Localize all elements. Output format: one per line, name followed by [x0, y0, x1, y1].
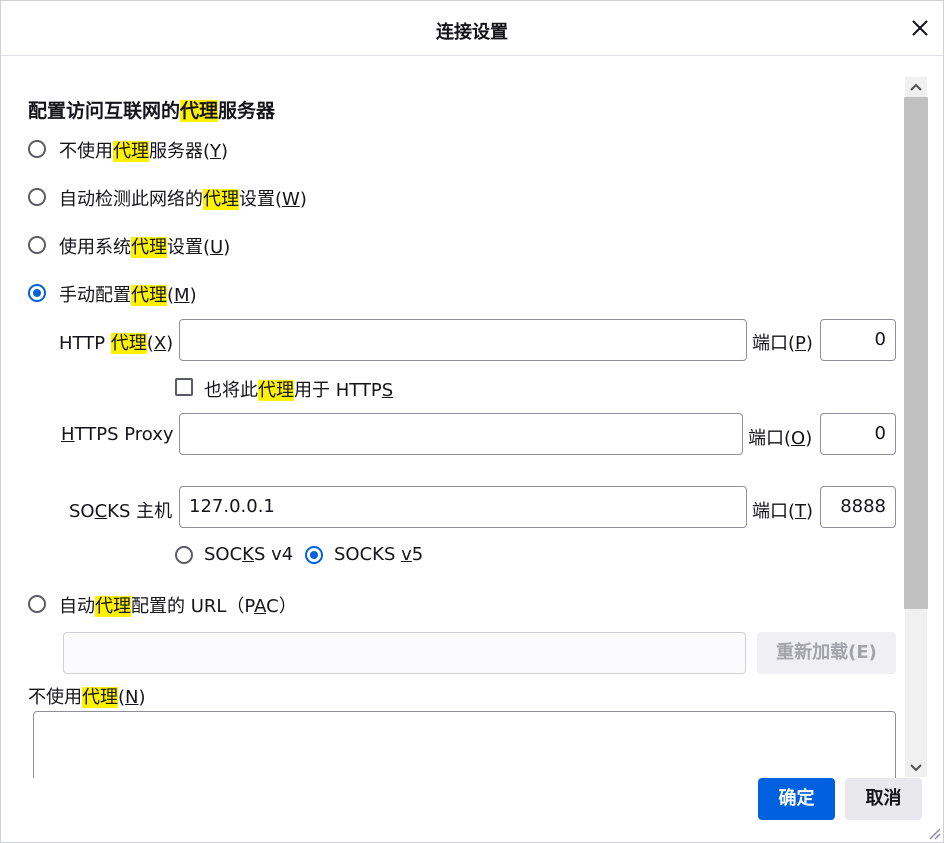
scrollbar-thumb[interactable] — [904, 97, 928, 609]
socks-host-input[interactable]: 127.0.0.1 — [179, 486, 747, 528]
http-port-label: 端口(P) — [752, 333, 813, 354]
no-proxy-for-textarea[interactable] — [33, 711, 896, 778]
http-proxy-label: HTTP 代理(X) — [59, 333, 174, 354]
https-port-input[interactable]: 0 — [820, 413, 896, 455]
no-proxy-radio[interactable] — [28, 140, 46, 158]
dialog-title: 连接设置 — [436, 22, 508, 43]
socks-v4-label[interactable]: SOCKS v4 — [204, 544, 293, 565]
pac-url-radio[interactable] — [28, 595, 46, 613]
pac-url-input[interactable] — [63, 632, 746, 674]
socks-v5-label[interactable]: SOCKS v5 — [334, 544, 423, 565]
socks-v5-radio[interactable] — [305, 546, 323, 564]
socks-port-input[interactable]: 8888 — [820, 486, 896, 528]
close-icon[interactable] — [905, 13, 935, 43]
pac-url-label[interactable]: 自动代理配置的 URL（PAC） — [59, 592, 297, 618]
socks-v4-radio[interactable] — [175, 546, 193, 564]
connection-settings-dialog: 连接设置 配置访问互联网的代理服务器 不使用代理服务器(Y) 自动检测此网络的代… — [0, 0, 944, 843]
auto-detect-label[interactable]: 自动检测此网络的代理设置(W) — [59, 185, 307, 211]
socks-port-label: 端口(T) — [752, 501, 814, 522]
https-port-label: 端口(O) — [748, 428, 813, 449]
http-proxy-input[interactable] — [179, 319, 747, 361]
manual-proxy-label[interactable]: 手动配置代理(M) — [59, 281, 197, 307]
http-port-input[interactable]: 0 — [820, 319, 896, 361]
also-https-checkbox[interactable] — [175, 378, 193, 396]
https-proxy-label: HTTPS Proxy — [61, 424, 174, 445]
manual-proxy-radio[interactable] — [28, 284, 46, 302]
also-https-label[interactable]: 也将此代理用于 HTTPS — [204, 376, 393, 402]
resize-grip-icon[interactable] — [927, 826, 941, 840]
settings-content: 配置访问互联网的代理服务器 不使用代理服务器(Y) 自动检测此网络的代理设置(W… — [1, 56, 905, 778]
https-proxy-input[interactable] — [179, 413, 743, 455]
ok-button[interactable]: 确定 — [758, 778, 835, 820]
cancel-button[interactable]: 取消 — [845, 778, 922, 820]
auto-detect-radio[interactable] — [28, 188, 46, 206]
no-proxy-for-label: 不使用代理(N) — [28, 687, 146, 708]
scroll-down-icon[interactable] — [904, 759, 928, 777]
title-bar: 连接设置 — [1, 1, 943, 56]
system-proxy-label[interactable]: 使用系统代理设置(U) — [59, 233, 230, 259]
system-proxy-radio[interactable] — [28, 236, 46, 254]
section-title: 配置访问互联网的代理服务器 — [28, 100, 276, 122]
scroll-up-icon[interactable] — [904, 79, 928, 97]
reload-button[interactable]: 重新加载(E) — [757, 632, 896, 674]
socks-host-label: SOCKS 主机 — [69, 501, 173, 522]
no-proxy-label[interactable]: 不使用代理服务器(Y) — [59, 137, 228, 163]
